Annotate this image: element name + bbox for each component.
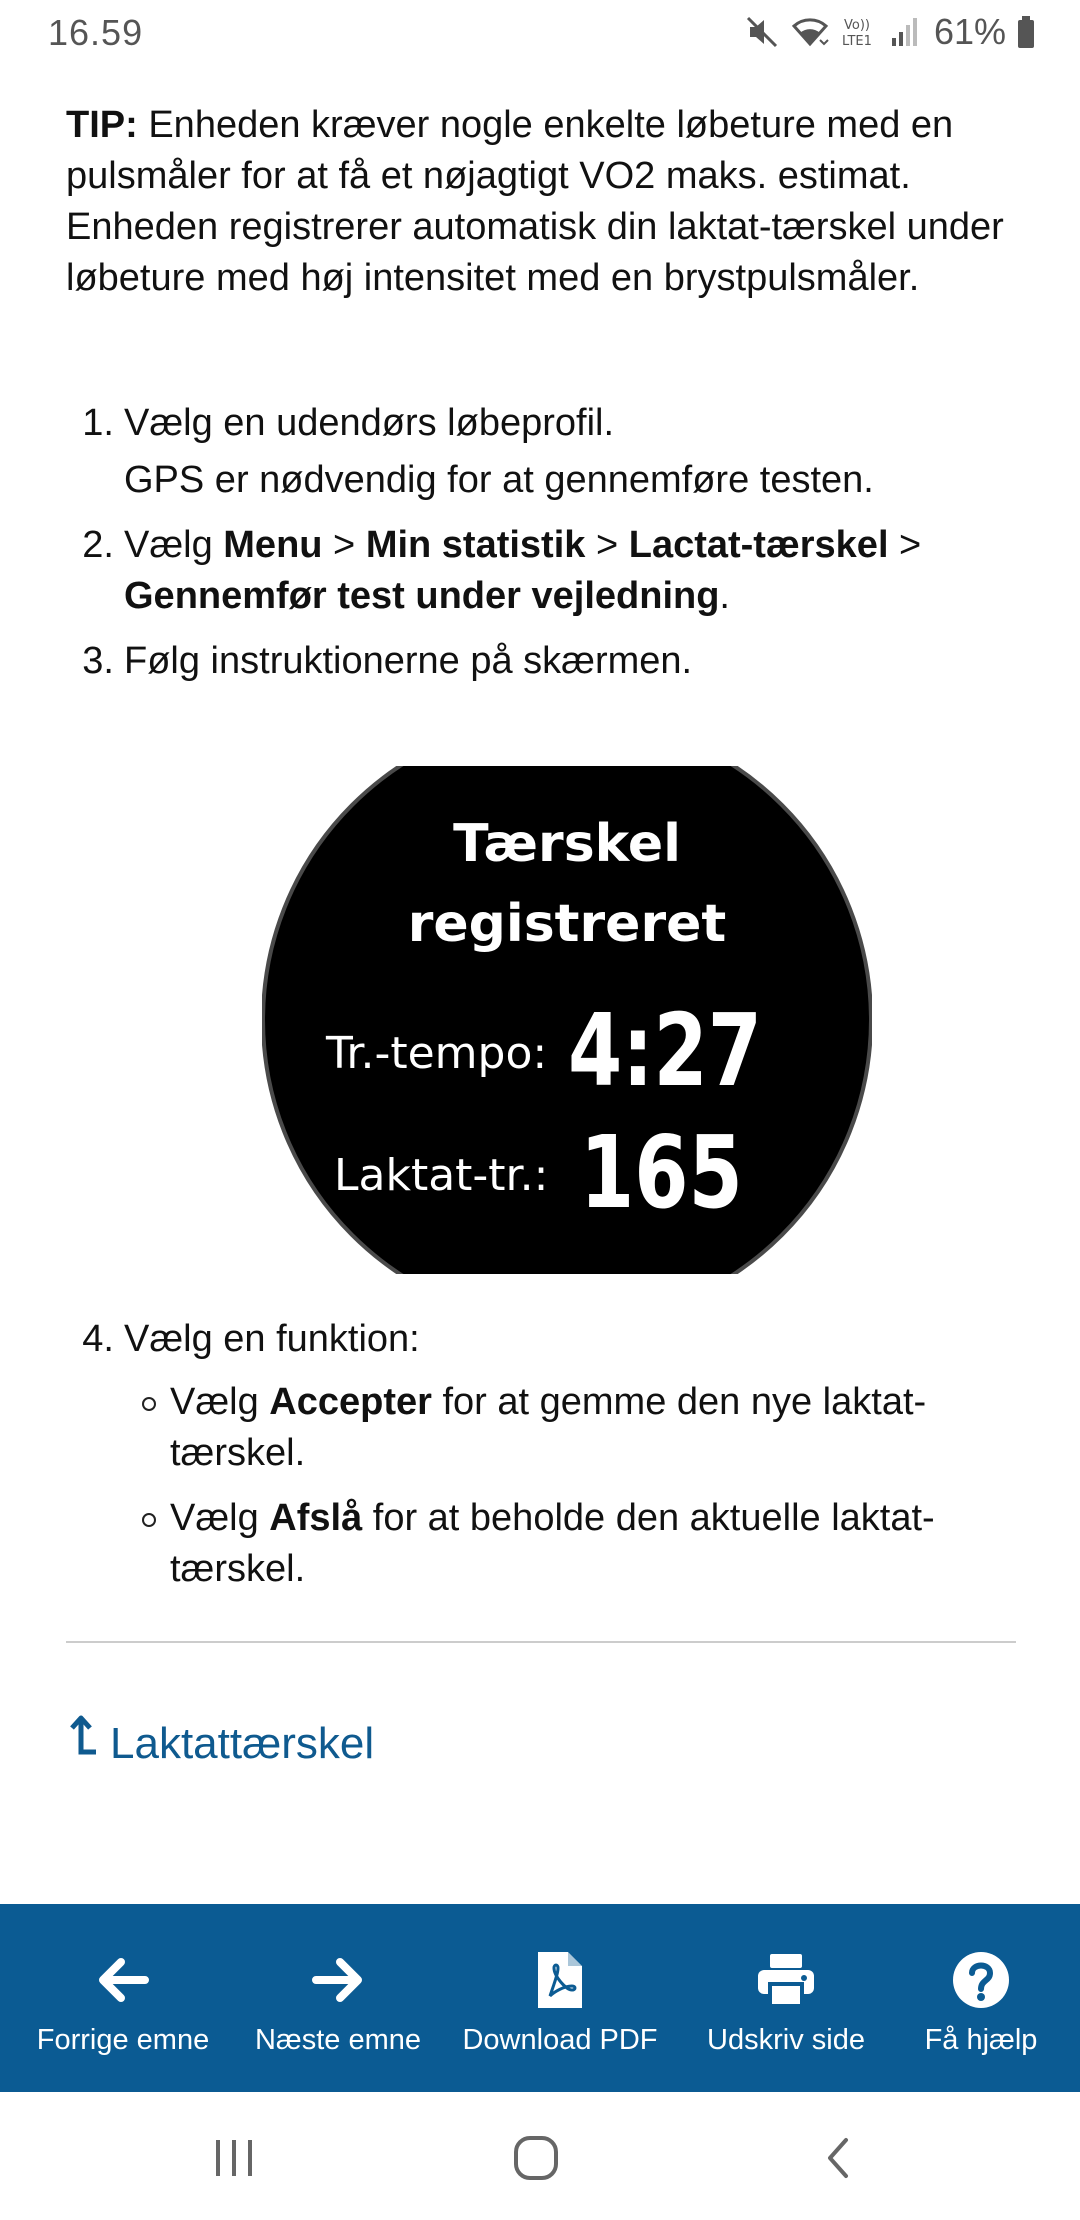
bullet-icon <box>142 1513 156 1527</box>
home-icon[interactable] <box>506 2128 566 2188</box>
watch-title-line2: registreret <box>407 894 727 954</box>
parent-topic-label: Laktattærskel <box>110 1718 375 1768</box>
signal-icon <box>890 14 920 50</box>
menu-term: Menu <box>223 524 323 566</box>
step-number: 1. <box>82 402 114 444</box>
watch-screen-illustration: Tærskel registreret Tr.-tempo: 4:27 Lakt… <box>262 764 872 1276</box>
tip-text: Enheden kræver nogle enkelte løbeture me… <box>66 104 1004 299</box>
option-decline: Vælg Afslå for at beholde den aktuelle l… <box>66 1493 1026 1595</box>
watch-title-line1: Tærskel <box>453 814 681 874</box>
toolbar-label: Forrige emne <box>36 2024 210 2056</box>
arrow-left-icon <box>93 1950 153 2010</box>
toolbar-label: Få hjælp <box>924 2024 1038 2056</box>
step-text: Følg instruktionerne på skærmen. <box>124 640 693 682</box>
print-page-button[interactable]: Udskriv side <box>690 1904 882 2092</box>
parent-topic-link[interactable]: Laktattærskel <box>66 1714 374 1773</box>
step-2: 2. Vælg Menu > Min statistik > Lactat-tæ… <box>66 520 1026 622</box>
separator: > <box>888 524 922 566</box>
step-4: 4. Vælg en funktion: Vælg Accepter for a… <box>66 1314 1026 1609</box>
toolbar-label: Næste emne <box>254 2024 421 2056</box>
step-text: Vælg <box>124 524 224 566</box>
lactate-label: Laktat-tr.: <box>334 1150 549 1201</box>
volte-icon: Vo)) LTE1 <box>840 14 880 50</box>
tip-label: TIP: <box>66 104 138 146</box>
separator: > <box>585 524 629 566</box>
status-icons: Vo)) LTE1 61% <box>744 10 1036 54</box>
status-bar: 16.59 Vo)) LTE1 61% <box>0 0 1080 64</box>
option-text: Vælg <box>170 1381 270 1423</box>
get-help-button[interactable]: Få hjælp <box>882 1904 1080 2092</box>
recent-apps-icon[interactable] <box>204 2128 264 2188</box>
bullet-icon <box>142 1397 156 1411</box>
step-number: 4. <box>82 1318 114 1360</box>
svg-text:LTE1: LTE1 <box>842 34 872 49</box>
bottom-toolbar: Forrige emne Næste emne Download PDF Uds… <box>0 1904 1080 2092</box>
step-3: 3. Følg instruktionerne på skærmen. <box>66 636 1026 687</box>
option-text: Vælg <box>170 1497 270 1539</box>
steps-list: 1. Vælg en udendørs løbeprofil. GPS er n… <box>66 398 1026 687</box>
step-number: 3. <box>82 640 114 682</box>
separator: > <box>322 524 366 566</box>
stats-term: Min statistik <box>365 524 586 566</box>
step-text: Vælg en funktion: <box>124 1318 420 1360</box>
option-accept: Vælg Accepter for at gemme den nye lakta… <box>66 1377 1026 1479</box>
lactate-value: 165 <box>580 1114 743 1231</box>
help-icon <box>951 1950 1011 2010</box>
lactate-term: Lactat-tærskel <box>628 524 889 566</box>
guided-test-term: Gennemfør test under vejledning <box>124 575 720 617</box>
tempo-label: Tr.-tempo: <box>326 1028 548 1079</box>
next-topic-button[interactable]: Næste emne <box>246 1904 430 2092</box>
step-1: 1. Vælg en udendørs løbeprofil. GPS er n… <box>66 398 1026 506</box>
battery-percent: 61% <box>933 11 1006 52</box>
arrow-right-icon <box>308 1950 368 2010</box>
back-icon[interactable] <box>808 2128 868 2188</box>
mute-icon <box>744 14 780 50</box>
system-nav-bar <box>0 2092 1080 2220</box>
status-time: 16.59 <box>48 12 144 53</box>
printer-icon <box>756 1950 816 2010</box>
article-content: TIP: Enheden kræver nogle enkelte løbetu… <box>0 64 1080 1904</box>
svg-text:Vo)): Vo)) <box>844 18 870 33</box>
step-subtext: GPS er nødvendig for at gennemføre teste… <box>124 459 874 501</box>
accept-term: Accepter <box>269 1381 432 1423</box>
wifi-icon <box>790 14 830 50</box>
decline-term: Afslå <box>269 1497 363 1539</box>
previous-topic-button[interactable]: Forrige emne <box>0 1904 246 2092</box>
divider <box>66 1641 1016 1643</box>
step-number: 2. <box>82 524 114 566</box>
toolbar-label: Download PDF <box>462 2024 658 2056</box>
tip-paragraph: TIP: Enheden kræver nogle enkelte løbetu… <box>66 100 1026 304</box>
step-4-header: 4. Vælg en funktion: <box>66 1314 1026 1365</box>
toolbar-label: Udskriv side <box>707 2024 865 2056</box>
up-arrow-icon <box>66 1714 100 1773</box>
pdf-icon <box>530 1950 590 2010</box>
options-list: Vælg Accepter for at gemme den nye lakta… <box>66 1377 1026 1595</box>
tempo-value: 4:27 <box>568 992 763 1109</box>
download-pdf-button[interactable]: Download PDF <box>430 1904 690 2092</box>
step-text: Vælg en udendørs løbeprofil. <box>124 402 615 444</box>
step-text: . <box>719 575 730 617</box>
battery-icon <box>1016 14 1036 50</box>
